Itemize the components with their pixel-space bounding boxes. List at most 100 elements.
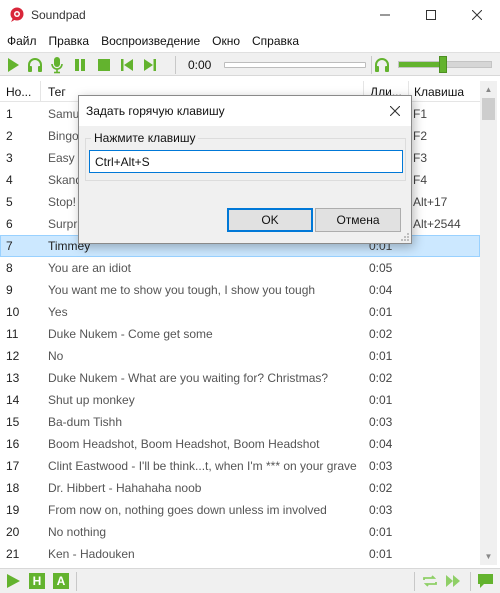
table-row[interactable]: 13 Duke Nukem - What are you waiting for?…	[0, 367, 480, 389]
statusbar-separator	[414, 572, 415, 591]
table-row[interactable]: 10 Yes 0:01	[0, 301, 480, 323]
column-number[interactable]: Но...	[6, 85, 31, 99]
status-bar: H A	[0, 568, 500, 593]
statusbar-separator	[470, 572, 471, 591]
maximize-button[interactable]	[408, 0, 454, 30]
table-row[interactable]: 15 Ba-dum Tishh 0:03	[0, 411, 480, 433]
row-duration: 0:03	[369, 503, 393, 517]
hotkey-dialog: Задать горячую клавишу Нажмите клавишу O…	[78, 95, 412, 244]
maximize-icon	[426, 10, 436, 20]
row-number: 20	[6, 525, 20, 539]
playback-time: 0:00	[188, 58, 212, 72]
row-hotkey: F2	[413, 129, 428, 143]
fast-forward-icon[interactable]	[444, 573, 462, 589]
hotkey-input[interactable]	[89, 150, 403, 173]
table-row[interactable]: 21 Ken - Hadouken 0:01	[0, 543, 480, 565]
row-number: 19	[6, 503, 20, 517]
row-hotkey: Alt+17	[413, 195, 448, 209]
row-number: 14	[6, 393, 20, 407]
dialog-title: Задать горячую клавишу	[86, 104, 225, 118]
table-row[interactable]: 16 Boom Headshot, Boom Headshot, Boom Hea…	[0, 433, 480, 455]
table-row[interactable]: 14 Shut up monkey 0:01	[0, 389, 480, 411]
play-icon[interactable]	[4, 56, 22, 74]
toolbar-separator	[371, 56, 372, 74]
menu-window[interactable]: Окно	[206, 31, 246, 51]
next-icon[interactable]	[141, 56, 159, 74]
row-tag: Ba-dum Tishh	[48, 415, 123, 429]
table-row[interactable]: 17 Clint Eastwood - I'll be think...t, wh…	[0, 455, 480, 477]
resize-grip-icon[interactable]	[400, 232, 410, 242]
row-number: 15	[6, 415, 20, 429]
row-duration: 0:04	[369, 283, 393, 297]
menu-edit[interactable]: Правка	[43, 31, 96, 51]
toolbar: 0:00	[0, 52, 500, 76]
menu-playback[interactable]: Воспроизведение	[95, 31, 206, 51]
close-window-button[interactable]	[454, 0, 500, 30]
row-tag: Duke Nukem - Come get some	[48, 327, 213, 341]
row-number: 4	[6, 173, 13, 187]
previous-icon[interactable]	[118, 56, 136, 74]
row-tag: You are an idiot	[48, 261, 131, 275]
table-row[interactable]: 20 No nothing 0:01	[0, 521, 480, 543]
row-tag: No nothing	[48, 525, 107, 539]
row-duration: 0:04	[369, 437, 393, 451]
menu-bar: Файл Правка Воспроизведение Окно Справка	[0, 31, 500, 51]
chat-icon[interactable]	[477, 573, 494, 589]
table-row[interactable]: 19 From now on, nothing goes down unless …	[0, 499, 480, 521]
column-tag[interactable]: Тег	[48, 85, 66, 99]
row-hotkey: F1	[413, 107, 428, 121]
row-duration: 0:02	[369, 327, 393, 341]
scroll-up-icon[interactable]: ▲	[480, 81, 497, 98]
title-bar: Soundpad	[0, 0, 500, 30]
minimize-button[interactable]	[362, 0, 408, 30]
row-duration: 0:05	[369, 261, 393, 275]
seek-slider[interactable]	[224, 62, 366, 68]
column-hotkey[interactable]: Клавиша	[414, 85, 464, 99]
stop-icon[interactable]	[95, 56, 113, 74]
table-row[interactable]: 9 You want me to show you tough, I show y…	[0, 279, 480, 301]
headphones-icon[interactable]	[26, 56, 44, 74]
autoplay-toggle-button[interactable]: A	[53, 573, 69, 589]
row-number: 6	[6, 217, 13, 231]
cancel-button[interactable]: Отмена	[315, 208, 401, 232]
menu-help[interactable]: Справка	[246, 31, 305, 51]
menu-file[interactable]: Файл	[0, 31, 43, 51]
row-number: 9	[6, 283, 13, 297]
volume-level	[399, 62, 444, 67]
table-row[interactable]: 11 Duke Nukem - Come get some 0:02	[0, 323, 480, 345]
row-duration: 0:01	[369, 305, 393, 319]
microphone-icon[interactable]	[48, 56, 66, 74]
row-duration: 0:03	[369, 415, 393, 429]
dialog-close-button[interactable]	[381, 98, 409, 124]
repeat-icon[interactable]	[421, 573, 439, 589]
row-number: 21	[6, 547, 20, 561]
volume-thumb[interactable]	[439, 56, 448, 73]
ok-button[interactable]: OK	[227, 208, 313, 232]
pause-icon[interactable]	[71, 56, 89, 74]
scroll-down-icon[interactable]: ▼	[480, 548, 497, 565]
row-number: 16	[6, 437, 20, 451]
window-title: Soundpad	[31, 8, 86, 22]
row-tag: From now on, nothing goes down unless im…	[48, 503, 327, 517]
row-number: 10	[6, 305, 20, 319]
row-duration: 0:01	[369, 393, 393, 407]
hotkey-group: Нажмите клавишу	[85, 131, 406, 181]
row-duration: 0:03	[369, 459, 393, 473]
row-hotkey: F4	[413, 173, 428, 187]
row-number: 3	[6, 151, 13, 165]
row-tag: You want me to show you tough, I show yo…	[48, 283, 316, 297]
scroll-thumb[interactable]	[482, 98, 495, 120]
toolbar-separator	[175, 56, 176, 74]
play-icon[interactable]	[5, 573, 21, 589]
vertical-scrollbar[interactable]: ▲ ▼	[480, 81, 497, 565]
row-number: 5	[6, 195, 13, 209]
column-divider	[40, 81, 41, 102]
row-number: 8	[6, 261, 13, 275]
table-row[interactable]: 12 No 0:01	[0, 345, 480, 367]
headphones-volume-icon[interactable]	[373, 56, 391, 74]
table-row[interactable]: 8 You are an idiot 0:05	[0, 257, 480, 279]
row-tag: Boom Headshot, Boom Headshot, Boom Heads…	[48, 437, 320, 451]
table-row[interactable]: 18 Dr. Hibbert - Hahahaha noob 0:02	[0, 477, 480, 499]
row-tag: Dr. Hibbert - Hahahaha noob	[48, 481, 202, 495]
hotkeys-toggle-button[interactable]: H	[29, 573, 45, 589]
